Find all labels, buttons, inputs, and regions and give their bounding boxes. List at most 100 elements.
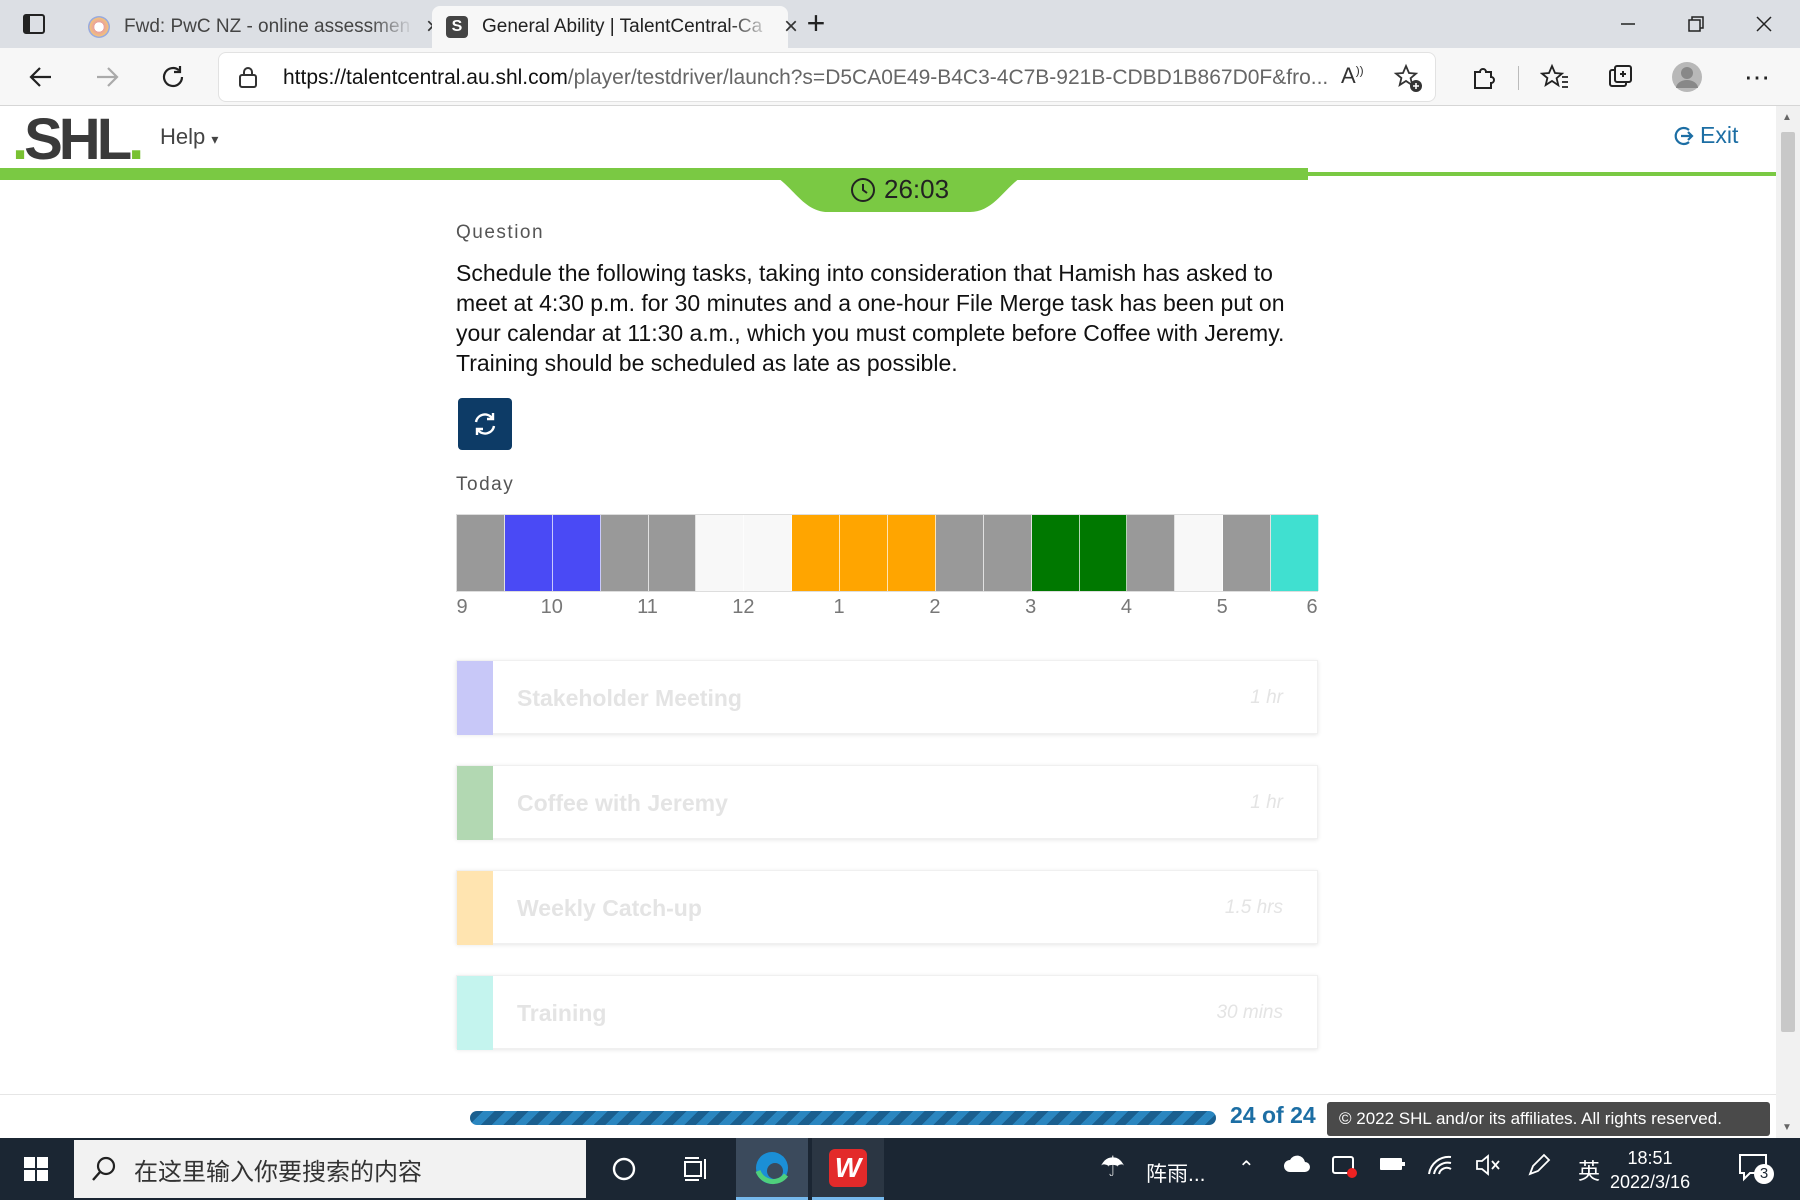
help-menu[interactable]: Help ▾ — [160, 124, 218, 150]
tab-general-ability[interactable]: S General Ability | TalentCentral-Ca × — [432, 6, 798, 48]
exit-button[interactable]: Exit — [1672, 122, 1738, 149]
task-color-swatch — [457, 871, 493, 945]
show-hidden-icons[interactable]: ⌃ — [1238, 1156, 1255, 1181]
schedule-timeline[interactable] — [456, 514, 1320, 592]
help-label: Help — [160, 124, 206, 149]
url-path: /player/testdriver/launch?s=D5CA0E49-B4C… — [567, 66, 1329, 89]
favorites-icon[interactable] — [1534, 56, 1576, 98]
time-slot[interactable] — [744, 515, 793, 591]
hour-label: 12 — [732, 596, 755, 618]
time-slot[interactable] — [1223, 515, 1272, 591]
scroll-down-icon[interactable]: ▼ — [1782, 1122, 1792, 1133]
page-scrollbar[interactable]: ▲ ▼ — [1776, 106, 1800, 1138]
clock-time: 18:51 — [1627, 1148, 1673, 1168]
lock-icon[interactable] — [237, 65, 259, 94]
task-coffee-with-jeremy[interactable]: Coffee with Jeremy 1 hr — [456, 765, 1318, 840]
gmail-favicon-icon — [88, 16, 110, 38]
wps-app-icon[interactable]: W — [812, 1138, 884, 1200]
exit-label: Exit — [1700, 122, 1739, 148]
close-window-icon[interactable] — [1730, 0, 1798, 48]
task-training[interactable]: Training 30 mins — [456, 975, 1318, 1050]
onedrive-icon[interactable] — [1282, 1152, 1312, 1182]
address-bar[interactable]: https://talentcentral.au.shl.com/player/… — [218, 52, 1436, 102]
wifi-icon[interactable] — [1426, 1152, 1454, 1184]
task-view-icon[interactable] — [660, 1138, 732, 1200]
task-color-swatch — [457, 976, 493, 1050]
progress-strip-rest — [1308, 172, 1776, 176]
time-slot[interactable] — [935, 515, 984, 591]
tab-pwc-email[interactable]: Fwd: PwC NZ - online assessmen × — [74, 6, 440, 48]
restore-icon[interactable] — [1662, 0, 1730, 48]
time-slot[interactable] — [792, 515, 841, 591]
start-button[interactable] — [0, 1138, 72, 1200]
task-weekly-catch-up[interactable]: Weekly Catch-up 1.5 hrs — [456, 870, 1318, 945]
question-heading: Question — [456, 222, 545, 243]
tab-title: Fwd: PwC NZ - online assessmen — [124, 16, 411, 37]
shl-favicon-icon: S — [446, 16, 468, 38]
time-slot[interactable] — [1175, 515, 1224, 591]
notifications-icon[interactable]: 3 — [1736, 1150, 1774, 1190]
question-counter: 24 of 24 — [1230, 1102, 1316, 1128]
hour-label: 1 — [833, 596, 845, 618]
more-options-icon[interactable]: ⋯ — [1736, 56, 1778, 98]
search-placeholder: 在这里输入你要搜索的内容 — [134, 1158, 422, 1186]
time-slot[interactable] — [1079, 515, 1128, 591]
windows-taskbar: 在这里输入你要搜索的内容 W ☂ 阵雨... ⌃ 英 18:51 2022/3/… — [0, 1138, 1800, 1200]
refresh-icon[interactable] — [152, 56, 194, 98]
add-favorite-icon[interactable] — [1393, 63, 1423, 98]
task-name: Weekly Catch-up — [517, 895, 702, 921]
clock-icon — [851, 177, 875, 202]
task-name: Stakeholder Meeting — [517, 685, 742, 711]
security-icon[interactable] — [1330, 1152, 1358, 1186]
input-method-indicator[interactable]: 英 — [1578, 1154, 1600, 1186]
time-slot[interactable] — [840, 515, 889, 591]
time-slot[interactable] — [888, 515, 936, 591]
hour-label: 9 — [456, 596, 468, 618]
time-slot[interactable] — [504, 515, 553, 591]
extensions-icon[interactable] — [1462, 56, 1504, 98]
windows-logo-icon — [24, 1157, 48, 1181]
question-text: Schedule the following tasks, taking int… — [456, 260, 1285, 376]
minimize-icon[interactable] — [1594, 0, 1662, 48]
browser-toolbar: https://talentcentral.au.shl.com/player/… — [0, 48, 1800, 106]
tab-actions-icon[interactable] — [20, 10, 48, 38]
hour-label: 5 — [1216, 596, 1228, 618]
read-aloud-icon[interactable]: A)) — [1341, 63, 1364, 89]
edge-app-icon[interactable] — [736, 1138, 808, 1200]
time-slot[interactable] — [1031, 515, 1080, 591]
weather-text[interactable]: 阵雨... — [1146, 1158, 1206, 1188]
profile-avatar-icon[interactable] — [1666, 56, 1708, 98]
hour-label: 10 — [540, 596, 563, 618]
time-slot[interactable] — [457, 515, 505, 591]
task-stakeholder-meeting[interactable]: Stakeholder Meeting 1 hr — [456, 660, 1318, 735]
hour-axis: 9 10 11 12 1 2 3 4 5 6 — [456, 596, 1318, 620]
cortana-icon[interactable] — [588, 1138, 660, 1200]
close-tab-icon[interactable]: × — [784, 13, 798, 41]
battery-icon[interactable] — [1378, 1152, 1406, 1182]
system-clock[interactable]: 18:51 2022/3/16 — [1610, 1146, 1690, 1194]
progress-strip-fill — [0, 168, 1308, 180]
weather-umbrella-icon[interactable]: ☂ — [1100, 1150, 1125, 1183]
back-icon[interactable] — [20, 56, 62, 98]
pen-icon[interactable] — [1526, 1152, 1552, 1184]
time-slot[interactable] — [648, 515, 697, 591]
scroll-thumb[interactable] — [1781, 132, 1795, 1032]
hour-label: 4 — [1120, 596, 1132, 618]
time-slot[interactable] — [696, 515, 745, 591]
reset-button[interactable] — [458, 398, 512, 450]
time-slot[interactable] — [600, 515, 649, 591]
collections-icon[interactable] — [1600, 56, 1642, 98]
clock-date: 2022/3/16 — [1610, 1172, 1691, 1192]
time-slot[interactable] — [1127, 515, 1176, 591]
forward-icon[interactable] — [86, 56, 128, 98]
scroll-up-icon[interactable]: ▲ — [1782, 112, 1792, 123]
reset-icon — [474, 413, 496, 435]
time-slot[interactable] — [552, 515, 601, 591]
new-tab-icon[interactable]: + — [800, 7, 832, 40]
taskbar-search[interactable]: 在这里输入你要搜索的内容 — [74, 1140, 586, 1198]
time-slot[interactable] — [1271, 515, 1320, 591]
time-slot[interactable] — [983, 515, 1032, 591]
volume-muted-icon[interactable] — [1474, 1152, 1502, 1184]
task-color-swatch — [457, 766, 493, 840]
toolbar-divider — [1518, 66, 1519, 90]
